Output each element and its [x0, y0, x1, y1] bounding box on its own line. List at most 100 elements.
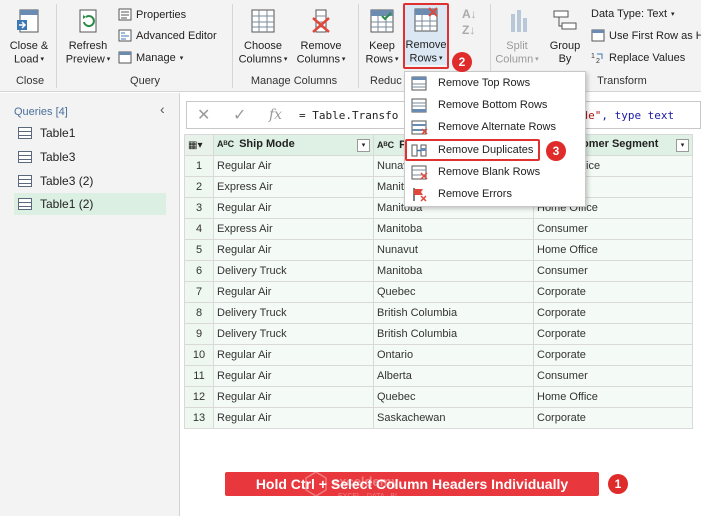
cell[interactable]: Regular Air: [213, 344, 374, 366]
cell[interactable]: Manitoba: [373, 260, 534, 282]
cell[interactable]: Delivery Truck: [213, 302, 374, 324]
query-item[interactable]: Table1: [14, 122, 166, 144]
group-by-label-1: Group: [549, 40, 581, 52]
collapse-pane-icon[interactable]: ‹: [160, 101, 165, 117]
column-header-ship-mode[interactable]: AᴮC Ship Mode ▾: [213, 134, 374, 156]
cell[interactable]: Corporate: [533, 323, 693, 345]
cell[interactable]: Manitoba: [373, 218, 534, 240]
filter-dropdown-icon[interactable]: ▾: [357, 139, 370, 152]
menu-item-remove-alternate-rows[interactable]: Remove Alternate Rows: [411, 117, 583, 137]
manage-button[interactable]: Manage ▾: [118, 51, 183, 64]
query-item-label: Table1: [40, 126, 76, 140]
cell[interactable]: Quebec: [373, 281, 534, 303]
table-row: 12 Regular Air Quebec Home Office: [184, 386, 693, 408]
cell[interactable]: British Columbia: [373, 323, 534, 345]
cell[interactable]: Express Air: [213, 218, 374, 240]
table-row: 11 Regular Air Alberta Consumer: [184, 365, 693, 387]
cell[interactable]: Regular Air: [213, 407, 374, 429]
menu-item-label: Remove Errors: [438, 188, 512, 200]
table-row: 13 Regular Air Saskachewan Corporate: [184, 407, 693, 429]
cell[interactable]: Corporate: [533, 281, 693, 303]
row-number: 5: [184, 239, 214, 261]
table-row: 7 Regular Air Quebec Corporate: [184, 281, 693, 303]
use-first-row-label: Use First Row as H: [609, 29, 701, 42]
cell[interactable]: Express Air: [213, 176, 374, 198]
menu-item-remove-bottom-rows[interactable]: Remove Bottom Rows: [411, 95, 583, 115]
refresh-preview-button[interactable]: Refresh Preview ▾: [62, 6, 114, 66]
refresh-label-2: Preview: [65, 53, 105, 66]
filter-dropdown-icon[interactable]: ▾: [676, 139, 689, 152]
cell[interactable]: Regular Air: [213, 386, 374, 408]
cell[interactable]: Consumer: [533, 218, 693, 240]
split-column-button[interactable]: Split Column ▾: [494, 6, 540, 66]
cell[interactable]: British Columbia: [373, 302, 534, 324]
group-reduce-label: Reduc: [370, 75, 402, 87]
properties-button[interactable]: Properties: [118, 8, 186, 21]
step-badge-3: 3: [546, 141, 566, 161]
cell[interactable]: Corporate: [533, 407, 693, 429]
advanced-editor-button[interactable]: Advanced Editor: [118, 29, 217, 42]
query-item[interactable]: Table3: [14, 146, 166, 168]
table-row: 6 Delivery Truck Manitoba Consumer: [184, 260, 693, 282]
row-number: 1: [184, 155, 214, 177]
cell[interactable]: Consumer: [533, 365, 693, 387]
keep-rows-icon: [370, 9, 394, 33]
cell[interactable]: Nunavut: [373, 239, 534, 261]
table-icon: [18, 198, 32, 210]
cell[interactable]: Regular Air: [213, 365, 374, 387]
commit-icon[interactable]: ✓: [233, 105, 246, 125]
cell[interactable]: Alberta: [373, 365, 534, 387]
cell[interactable]: Consumer: [533, 260, 693, 282]
cell[interactable]: Home Office: [533, 239, 693, 261]
fx-icon[interactable]: fx: [269, 107, 282, 123]
cell[interactable]: Corporate: [533, 302, 693, 324]
menu-item-remove-top-rows[interactable]: Remove Top Rows: [411, 73, 583, 93]
menu-item-label: Remove Blank Rows: [438, 166, 541, 178]
sort-ascending-icon: A↓: [462, 7, 477, 21]
cell[interactable]: Quebec: [373, 386, 534, 408]
query-item[interactable]: Table3 (2): [14, 170, 166, 192]
choose-columns-button[interactable]: Choose Columns ▾: [236, 6, 290, 66]
cell[interactable]: Delivery Truck: [213, 260, 374, 282]
cell[interactable]: Ontario: [373, 344, 534, 366]
remove-columns-button[interactable]: Remove Columns ▾: [294, 6, 348, 66]
row-number: 7: [184, 281, 214, 303]
table-row: 4 Express Air Manitoba Consumer: [184, 218, 693, 240]
replace-values-icon: 12: [591, 53, 603, 64]
group-close-label: Close: [15, 75, 45, 87]
cell[interactable]: Regular Air: [213, 155, 374, 177]
group-by-button[interactable]: Group By: [544, 6, 586, 66]
highlight-remove-rows: [403, 3, 449, 69]
query-item-label: Table3: [40, 150, 76, 164]
properties-label: Properties: [136, 8, 187, 21]
choose-columns-label-1: Choose: [244, 40, 282, 52]
use-first-row-button[interactable]: Use First Row as H: [591, 29, 701, 42]
cell[interactable]: Home Office: [533, 386, 693, 408]
data-type-label: Data Type: Text: [591, 8, 668, 20]
manage-icon: [118, 51, 132, 64]
refresh-icon: [79, 9, 97, 33]
cell[interactable]: Regular Air: [213, 197, 374, 219]
query-item-selected[interactable]: Table1 (2): [14, 193, 166, 215]
cell[interactable]: Regular Air: [213, 281, 374, 303]
cell[interactable]: Saskachewan: [373, 407, 534, 429]
menu-item-remove-blank-rows[interactable]: Remove Blank Rows: [411, 162, 583, 182]
instruction-banner: Hold Ctrl + Select Column Headers Indivi…: [225, 472, 599, 496]
data-type-dropdown[interactable]: Data Type: Text ▾: [591, 8, 675, 20]
sort-icons[interactable]: A↓ Z↓: [462, 6, 482, 38]
table-icon: [18, 151, 32, 163]
formula-part-3: , type text: [601, 109, 675, 122]
cell[interactable]: Delivery Truck: [213, 323, 374, 345]
cell[interactable]: Regular Air: [213, 239, 374, 261]
replace-values-button[interactable]: 12 Replace Values: [591, 51, 685, 65]
remove-errors-icon: [413, 187, 427, 202]
close-load-button[interactable]: Close & Load ▾: [6, 6, 52, 66]
table-menu-button[interactable]: ▦▾: [184, 134, 214, 156]
remove-alternate-rows-icon: [411, 120, 428, 135]
cancel-icon[interactable]: ✕: [197, 105, 210, 125]
choose-columns-icon: [251, 9, 275, 33]
cell[interactable]: Corporate: [533, 344, 693, 366]
keep-rows-button[interactable]: Keep Rows ▾: [362, 6, 402, 66]
text-type-icon: AᴮC: [377, 140, 395, 150]
menu-item-remove-errors[interactable]: Remove Errors: [411, 184, 583, 204]
